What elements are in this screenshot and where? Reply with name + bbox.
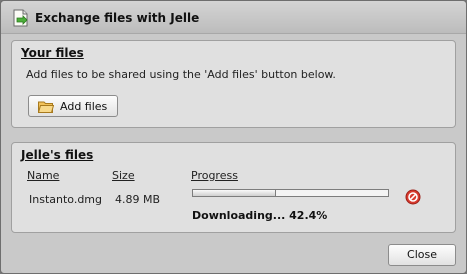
- your-files-heading: Your files: [21, 46, 84, 60]
- file-size: 4.89 MB: [115, 193, 161, 206]
- title-bar[interactable]: Exchange files with Jelle: [1, 1, 466, 34]
- cancel-icon[interactable]: [405, 189, 421, 205]
- download-progress-fill: [193, 190, 276, 196]
- exchange-file-icon: [13, 9, 28, 27]
- column-header-name: Name: [27, 169, 60, 182]
- column-header-progress: Progress: [191, 169, 238, 182]
- jelle-files-panel: Jelle's files Name Size Progress Instant…: [11, 142, 456, 233]
- window-title: Exchange files with Jelle: [35, 11, 200, 25]
- close-button[interactable]: Close: [388, 244, 456, 266]
- your-files-description: Add files to be shared using the 'Add fi…: [26, 68, 336, 81]
- file-name: Instanto.dmg: [29, 193, 102, 206]
- add-files-button[interactable]: Add files: [28, 95, 118, 117]
- download-progress-bar: [192, 189, 389, 197]
- your-files-panel: Your files Add files to be shared using …: [11, 40, 456, 128]
- jelle-files-heading: Jelle's files: [21, 148, 94, 162]
- download-status: Downloading... 42.4%: [192, 209, 328, 222]
- folder-icon: [38, 101, 54, 113]
- column-header-size: Size: [112, 169, 135, 182]
- add-files-label: Add files: [60, 100, 108, 113]
- exchange-dialog: Exchange files with Jelle Your files Add…: [0, 0, 467, 274]
